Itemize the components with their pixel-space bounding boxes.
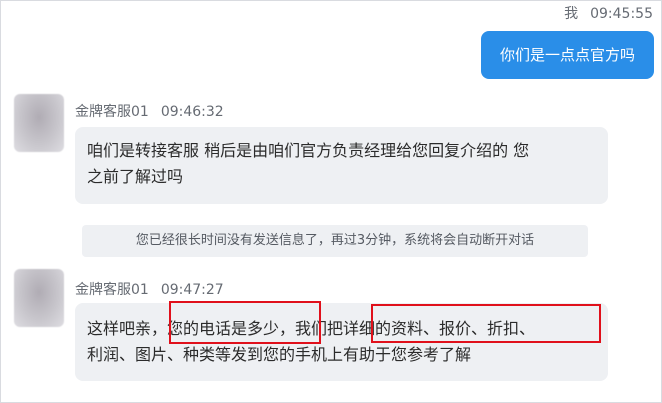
agent-message-time: 09:47:27 [160,282,224,298]
system-timeout-notice: 您已经很长时间没有发送信息了，再过3分钟，系统将会自动断开对话 [82,225,588,257]
my-sender-name: 我 [564,6,579,22]
agent-message-line: 咱们是转接客服 稍后是由咱们官方负责经理给您回复介绍的 您 [87,141,530,160]
agent-message-meta: 金牌客服01 09:46:32 [75,101,224,121]
chat-window: 我 09:45:55 你们是一点点官方吗 金牌客服01 09:46:32 咱们是转接… [0,0,662,403]
agent-sender-name: 金牌客服01 [75,104,149,120]
highlight-box-phone [169,301,321,344]
agent-sender-name: 金牌客服01 [75,282,149,298]
agent-avatar [14,94,64,152]
agent-avatar [14,269,64,327]
highlight-box-details [371,304,601,343]
agent-message-bubble: 咱们是转接客服 稍后是由咱们官方负责经理给您回复介绍的 您 之前了解过吗 [75,127,608,204]
my-message-time: 09:45:55 [590,6,653,22]
agent-message-line: 之前了解过吗 [87,167,184,186]
agent-message-time: 09:46:32 [160,104,224,120]
my-message-bubble: 你们是一点点官方吗 [481,31,654,79]
agent-message-line: 利润、图片、种类等发到您的手机上有助于您参考了解 [87,345,472,364]
my-message-meta: 我 09:45:55 [564,3,653,23]
agent-message-meta: 金牌客服01 09:47:27 [75,279,224,299]
